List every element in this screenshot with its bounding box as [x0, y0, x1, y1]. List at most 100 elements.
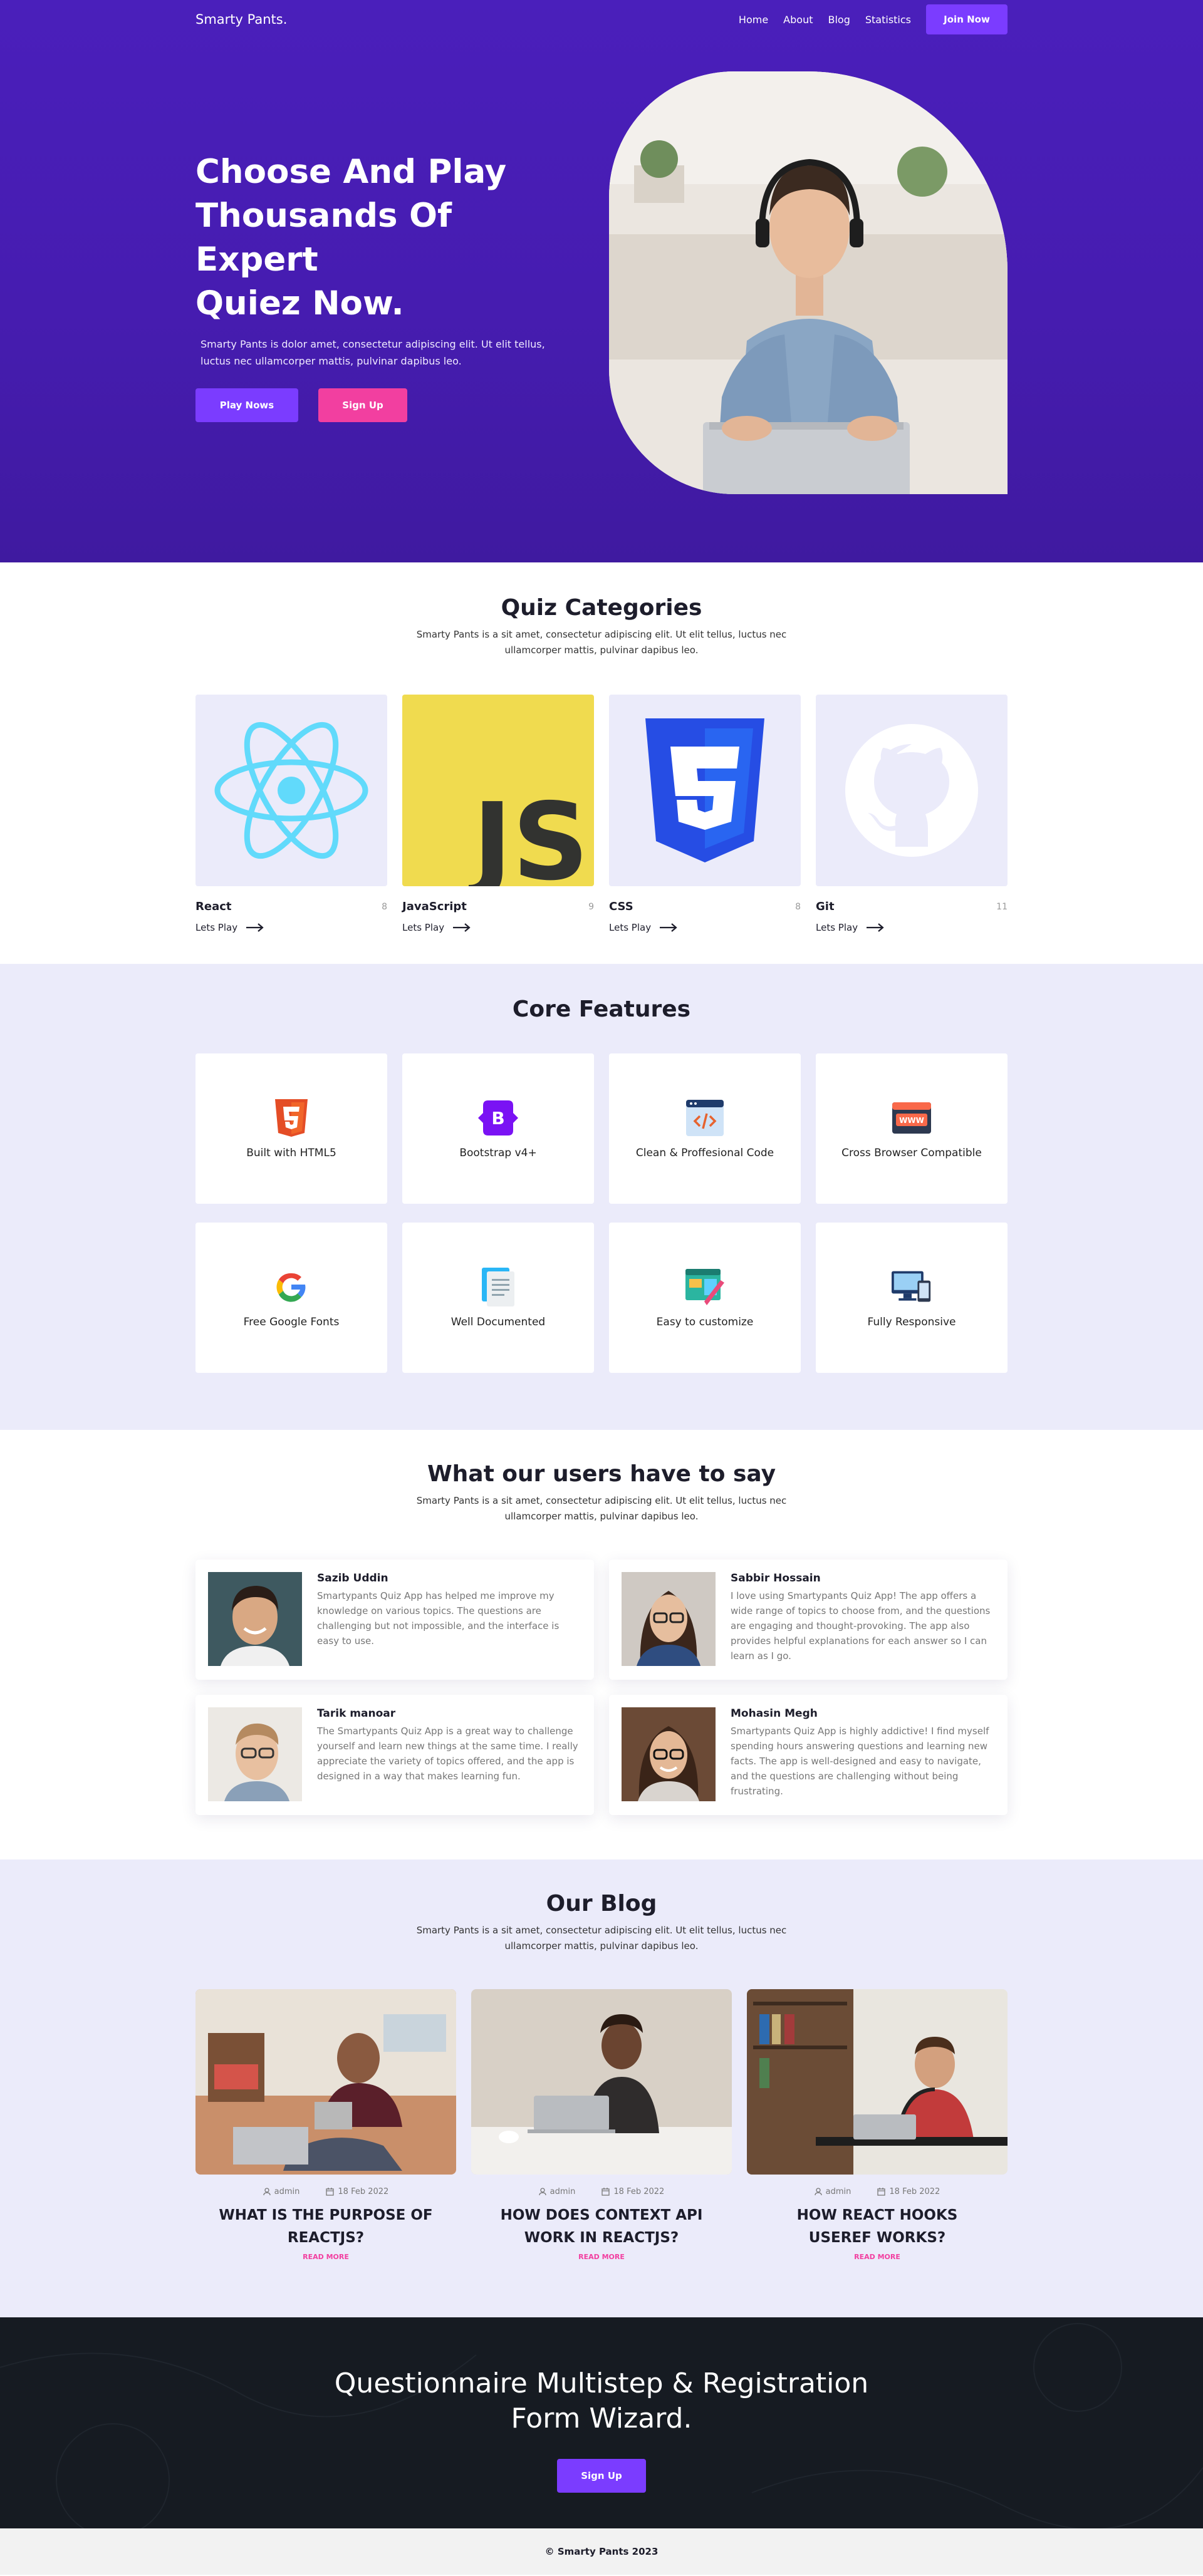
- css3-logo-icon: [645, 718, 764, 862]
- testimonial-name: Mohasin Megh: [731, 1707, 818, 1720]
- avatar: [208, 1707, 302, 1801]
- react-logo-icon: [214, 722, 368, 859]
- avatar: [622, 1572, 716, 1666]
- browser-www-icon: WWW: [892, 1102, 931, 1134]
- testimonial-card: Mohasin Megh Smartypants Quiz App is hig…: [609, 1695, 1008, 1815]
- play-now-button[interactable]: Play Nows: [195, 388, 298, 422]
- customize-icon: [685, 1269, 724, 1305]
- category-image[interactable]: [609, 695, 801, 886]
- blog-image[interactable]: [747, 1989, 1008, 2175]
- cta-title: Questionnaire Multistep & Registration F…: [0, 2317, 1203, 2436]
- hero-signup-button[interactable]: Sign Up: [318, 388, 407, 422]
- feature-card: B Bootstrap v4+: [402, 1053, 594, 1204]
- blog-date: 18 Feb 2022: [338, 2187, 389, 2196]
- blog-author: admin: [825, 2187, 851, 2196]
- arrow-right-icon: [246, 923, 264, 932]
- testimonial-grid: Sazib Uddin Smartypants Quiz App has hel…: [195, 1560, 1008, 1815]
- feature-card: Well Documented: [402, 1223, 594, 1373]
- feature-card: Easy to customize: [609, 1223, 801, 1373]
- section-subtitle: Smarty Pants is a sit amet, consectetur …: [416, 629, 787, 656]
- category-name: JavaScript: [402, 900, 467, 913]
- category-card-react[interactable]: React 8 Lets Play: [195, 695, 387, 933]
- brand-logo[interactable]: Smarty Pants.: [195, 12, 287, 27]
- lets-play-link[interactable]: Lets Play: [402, 922, 594, 933]
- user-icon: [539, 2188, 546, 2196]
- hero-content: Choose And Play Thousands Of Expert Quie…: [195, 150, 584, 422]
- category-count: 9: [588, 901, 594, 912]
- hero-title: Choose And Play Thousands Of Expert Quie…: [195, 150, 584, 326]
- category-count: 11: [996, 901, 1008, 912]
- feature-label: Cross Browser Compatible: [841, 1147, 982, 1159]
- testimonial-text: I love using Smartypants Quiz App! The a…: [731, 1590, 991, 1662]
- lets-play-link[interactable]: Lets Play: [195, 922, 387, 933]
- read-more-link[interactable]: READ MORE: [471, 2253, 732, 2261]
- top-nav: Smarty Pants. Home About Blog Statistics…: [195, 0, 1008, 39]
- code-window-icon: [686, 1100, 724, 1136]
- category-count: 8: [795, 901, 801, 912]
- category-image[interactable]: JS: [402, 695, 594, 886]
- hero-title-line: Choose And Play: [195, 153, 507, 191]
- nav-link-blog[interactable]: Blog: [828, 14, 850, 26]
- lets-play-label: Lets Play: [609, 922, 652, 933]
- read-more-link[interactable]: READ MORE: [195, 2253, 456, 2261]
- blog-date: 18 Feb 2022: [613, 2187, 665, 2196]
- section-subtitle: Smarty Pants is a sit amet, consectetur …: [416, 1495, 787, 1522]
- calendar-icon: [326, 2188, 335, 2196]
- category-name: Git: [816, 900, 835, 913]
- category-card-git[interactable]: Git 11 Lets Play: [816, 695, 1008, 933]
- user-icon: [263, 2188, 271, 2196]
- lets-play-link[interactable]: Lets Play: [609, 922, 801, 933]
- join-now-button[interactable]: Join Now: [926, 4, 1008, 34]
- document-icon: [482, 1268, 514, 1306]
- javascript-logo-icon: JS: [469, 780, 589, 886]
- nav-link-statistics[interactable]: Statistics: [865, 14, 911, 26]
- features-grid: Built with HTML5 B Bootstrap v4+ Clean &…: [195, 1053, 1008, 1373]
- feature-label: Bootstrap v4+: [459, 1147, 537, 1159]
- svg-text:WWW: WWW: [899, 1116, 924, 1125]
- footer: © Smarty Pants 2023: [0, 2528, 1203, 2575]
- category-image[interactable]: [195, 695, 387, 886]
- hero-photo: [609, 71, 1008, 494]
- blog-image[interactable]: [195, 1989, 456, 2175]
- blog-meta: admin 18 Feb 2022: [471, 2187, 732, 2196]
- feature-label: Easy to customize: [656, 1316, 754, 1328]
- avatar: [208, 1572, 302, 1666]
- section-subtitle: Smarty Pants is a sit amet, consectetur …: [416, 1925, 787, 1952]
- blog-title[interactable]: HOW REACT HOOKS USEREF WORKS?: [747, 2204, 1008, 2249]
- blog-card[interactable]: admin 18 Feb 2022 HOW REACT HOOKS USEREF…: [747, 1989, 1008, 2261]
- man-with-laptop-illustration: [609, 71, 1008, 494]
- lets-play-label: Lets Play: [816, 922, 858, 933]
- category-image[interactable]: [816, 695, 1008, 886]
- blog-author: admin: [549, 2187, 576, 2196]
- html5-icon: [275, 1099, 308, 1137]
- svg-text:B: B: [491, 1108, 504, 1129]
- responsive-devices-icon: [892, 1271, 931, 1302]
- category-card-javascript[interactable]: JS JavaScript 9 Lets Play: [402, 695, 594, 933]
- lets-play-link[interactable]: Lets Play: [816, 922, 1008, 933]
- testimonial-text: Smartypants Quiz App is highly addictive…: [731, 1725, 989, 1797]
- feature-card: Fully Responsive: [816, 1223, 1008, 1373]
- feature-label: Well Documented: [450, 1316, 546, 1328]
- blog-author: admin: [274, 2187, 300, 2196]
- category-card-css[interactable]: CSS 8 Lets Play: [609, 695, 801, 933]
- category-name: CSS: [609, 900, 633, 913]
- category-grid: React 8 Lets Play JS JavaScript 9 Lets P…: [195, 695, 1008, 933]
- cta-signup-button[interactable]: Sign Up: [557, 2459, 646, 2493]
- cta-section: Questionnaire Multistep & Registration F…: [0, 2317, 1203, 2528]
- blog-card[interactable]: admin 18 Feb 2022 WHAT IS THE PURPOSE OF…: [195, 1989, 456, 2261]
- nav-link-about[interactable]: About: [783, 14, 813, 26]
- blog-card[interactable]: admin 18 Feb 2022 HOW DOES CONTEXT API W…: [471, 1989, 732, 2261]
- testimonial-card: Sazib Uddin Smartypants Quiz App has hel…: [195, 1560, 594, 1680]
- blog-meta: admin 18 Feb 2022: [747, 2187, 1008, 2196]
- section-title: What our users have to say: [427, 1461, 776, 1487]
- arrow-right-icon: [867, 923, 884, 932]
- read-more-link[interactable]: READ MORE: [747, 2253, 1008, 2261]
- blog-title[interactable]: WHAT IS THE PURPOSE OF REACTJS?: [195, 2204, 456, 2249]
- blog-meta: admin 18 Feb 2022: [195, 2187, 456, 2196]
- hero-title-line: Thousands Of Expert: [195, 197, 452, 279]
- blog-section: Our Blog Smarty Pants is a sit amet, con…: [0, 1860, 1203, 2317]
- nav-link-home[interactable]: Home: [739, 14, 768, 26]
- blog-image[interactable]: [471, 1989, 732, 2175]
- blog-title[interactable]: HOW DOES CONTEXT API WORK IN REACTJS?: [471, 2204, 732, 2249]
- feature-label: Built with HTML5: [246, 1147, 336, 1159]
